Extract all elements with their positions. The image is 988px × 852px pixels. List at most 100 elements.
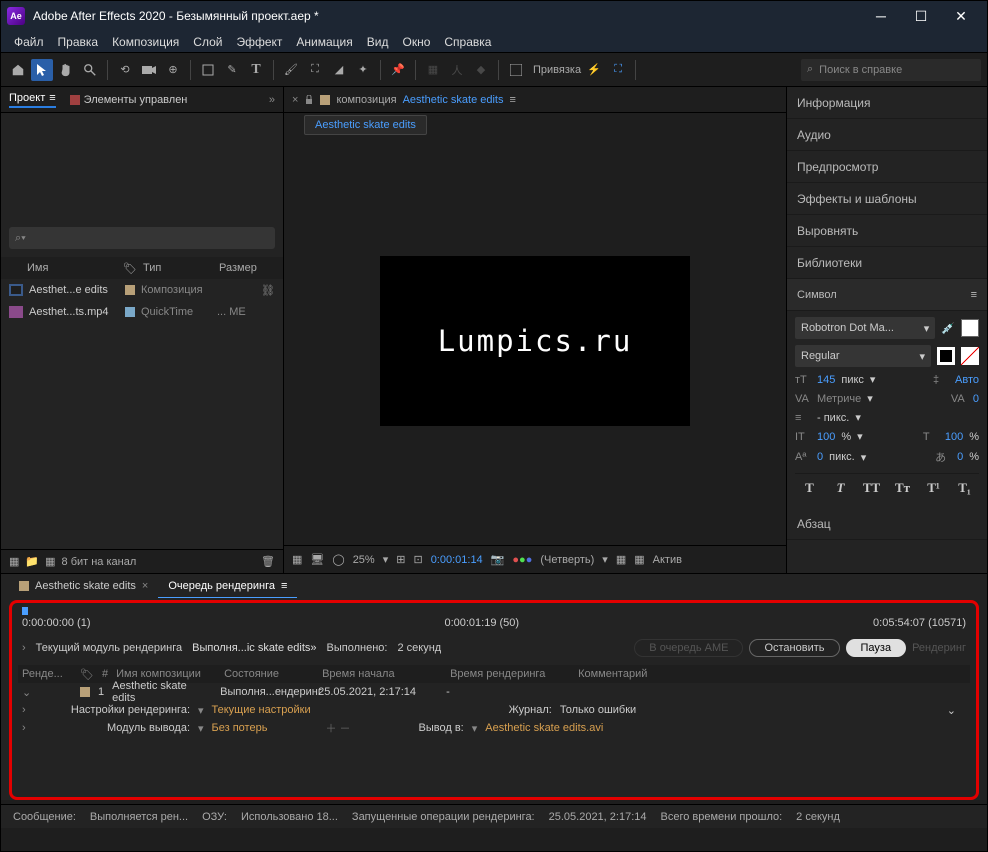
camera-tool[interactable] [138, 59, 160, 81]
mask-icon[interactable]: ◯ [332, 553, 344, 566]
tracking-value[interactable]: 0 [973, 393, 979, 405]
new-comp-icon[interactable]: ▦ [45, 555, 55, 568]
project-search[interactable]: ⌕▾ [9, 227, 275, 249]
panel-more-icon[interactable]: » [269, 94, 275, 106]
menu-help[interactable]: Справка [437, 35, 498, 49]
menu-window[interactable]: Окно [395, 35, 437, 49]
panel-preview[interactable]: Предпросмотр [787, 151, 987, 183]
timeline-tab-render[interactable]: Очередь рендеринга ≡ [158, 574, 297, 598]
rect-tool[interactable] [197, 59, 219, 81]
font-size-value[interactable]: 145 [817, 374, 835, 386]
panel-audio[interactable]: Аудио [787, 119, 987, 151]
snapshot-icon[interactable]: 📷 [491, 553, 505, 566]
stop-button[interactable]: Остановить [749, 639, 839, 657]
render-settings-link[interactable]: Текущие настройки [212, 704, 311, 716]
list-view-icon[interactable]: ▦ [9, 555, 19, 568]
snap-ext-icon[interactable]: ⛶ [607, 59, 629, 81]
expand-icon[interactable]: › [22, 642, 26, 654]
project-row-comp[interactable]: Aesthet...e edits Композиция ⛓ [1, 279, 283, 301]
baseline-value[interactable]: 0 [817, 451, 823, 463]
bit-depth[interactable]: 8 бит на канал [62, 556, 137, 568]
clone-tool[interactable]: ⛶ [304, 59, 326, 81]
folder-icon[interactable]: 📁 [25, 555, 39, 568]
zoom-tool[interactable] [79, 59, 101, 81]
leading-value[interactable]: Авто [955, 374, 979, 386]
pause-button[interactable]: Пауза [846, 639, 907, 657]
pen-tool[interactable]: ✎ [221, 59, 243, 81]
smallcaps-button[interactable]: Tт [892, 478, 914, 498]
selection-tool[interactable] [31, 59, 53, 81]
comp-menu-icon[interactable]: ≡ [509, 94, 515, 106]
hand-tool[interactable] [55, 59, 77, 81]
extra1-tool[interactable]: ▦ [422, 59, 444, 81]
hscale-value[interactable]: 100 [945, 431, 963, 443]
tsume-value[interactable]: 0 [957, 451, 963, 463]
comp-close-icon[interactable]: × [292, 94, 298, 106]
journal-dropdown[interactable]: Только ошибки [560, 704, 636, 716]
output-module-link[interactable]: Без потерь [212, 722, 268, 734]
quality-dropdown[interactable]: (Четверть) [540, 554, 594, 566]
project-tab[interactable]: Проект≡ [9, 92, 56, 108]
menu-animation[interactable]: Анимация [289, 35, 359, 49]
view2-icon[interactable]: ▦ [634, 553, 644, 566]
comp-label-color[interactable] [320, 95, 330, 105]
trash-icon[interactable]: 🗑 [261, 555, 275, 568]
pan-behind-tool[interactable]: ⊕ [162, 59, 184, 81]
comp-tab[interactable]: Aesthetic skate edits [304, 115, 427, 135]
snap-checkbox[interactable] [505, 59, 527, 81]
snap-opt-icon[interactable]: ⚡ [583, 59, 605, 81]
zoom-level[interactable]: 25% [353, 554, 375, 566]
panel-character-header[interactable]: Символ≡ [787, 279, 987, 311]
panel-paragraph[interactable]: Абзац [787, 508, 987, 540]
help-search[interactable]: ⌕ Поиск в справке [801, 59, 981, 81]
render-item-row[interactable]: ⌄ 1 Aesthetic skate edits Выполня...енде… [18, 683, 970, 701]
panel-effects[interactable]: Эффекты и шаблоны [787, 183, 987, 215]
home-tool[interactable] [7, 59, 29, 81]
channels-icon[interactable]: ●●● [512, 554, 532, 566]
current-time[interactable]: 0:00:01:14 [431, 554, 483, 566]
timeline-tab-comp[interactable]: Aesthetic skate edits × [9, 574, 158, 598]
panel-libraries[interactable]: Библиотеки [787, 247, 987, 279]
view1-icon[interactable]: ▦ [616, 553, 626, 566]
effect-controls-tab[interactable]: Элементы управлен [70, 94, 188, 106]
active-camera[interactable]: Актив [653, 554, 682, 566]
maximize-button[interactable]: ☐ [901, 1, 941, 31]
menu-view[interactable]: Вид [360, 35, 396, 49]
eyedropper-icon[interactable]: 💉 [941, 322, 955, 335]
subscript-button[interactable]: T₁ [954, 478, 976, 498]
res-icon[interactable]: ▦ [292, 553, 302, 566]
comp-name-link[interactable]: Aesthetic skate edits [403, 94, 504, 106]
superscript-button[interactable]: T¹ [923, 478, 945, 498]
menu-file[interactable]: Файл [7, 35, 51, 49]
font-family-dropdown[interactable]: Robotron Dot Ma...▾ [795, 317, 935, 339]
stroke-color[interactable] [937, 347, 955, 365]
menu-composition[interactable]: Композиция [105, 35, 186, 49]
extra3-tool[interactable]: ◆ [470, 59, 492, 81]
panel-menu-icon[interactable]: ≡ [971, 289, 977, 301]
menu-edit[interactable]: Правка [51, 35, 106, 49]
roto-tool[interactable]: ✦ [352, 59, 374, 81]
eraser-tool[interactable]: ◢ [328, 59, 350, 81]
orbit-tool[interactable]: ⟲ [114, 59, 136, 81]
panel-align[interactable]: Выровнять [787, 215, 987, 247]
bold-button[interactable]: T [799, 478, 821, 498]
minimize-button[interactable]: ─ [861, 1, 901, 31]
font-style-dropdown[interactable]: Regular▾ [795, 345, 931, 367]
italic-button[interactable]: T [830, 478, 852, 498]
comp-lock-icon[interactable] [304, 95, 314, 105]
close-button[interactable]: ✕ [941, 1, 981, 31]
menu-layer[interactable]: Слой [186, 35, 229, 49]
guides-icon[interactable]: ⊡ [413, 553, 422, 566]
project-row-video[interactable]: Aesthet...ts.mp4 QuickTime ... ME [1, 301, 283, 323]
vscale-value[interactable]: 100 [817, 431, 835, 443]
panel-info[interactable]: Информация [787, 87, 987, 119]
text-tool[interactable]: T [245, 59, 267, 81]
grid-icon[interactable]: ⊞ [396, 553, 405, 566]
menu-effect[interactable]: Эффект [229, 35, 289, 49]
kerning-value[interactable]: Метриче [817, 393, 861, 405]
no-stroke-icon[interactable] [961, 347, 979, 365]
brush-tool[interactable]: 🖌 [280, 59, 302, 81]
puppet-tool[interactable]: 📌 [387, 59, 409, 81]
fill-color[interactable] [961, 319, 979, 337]
viewport[interactable]: Lumpics.ru [284, 137, 786, 545]
